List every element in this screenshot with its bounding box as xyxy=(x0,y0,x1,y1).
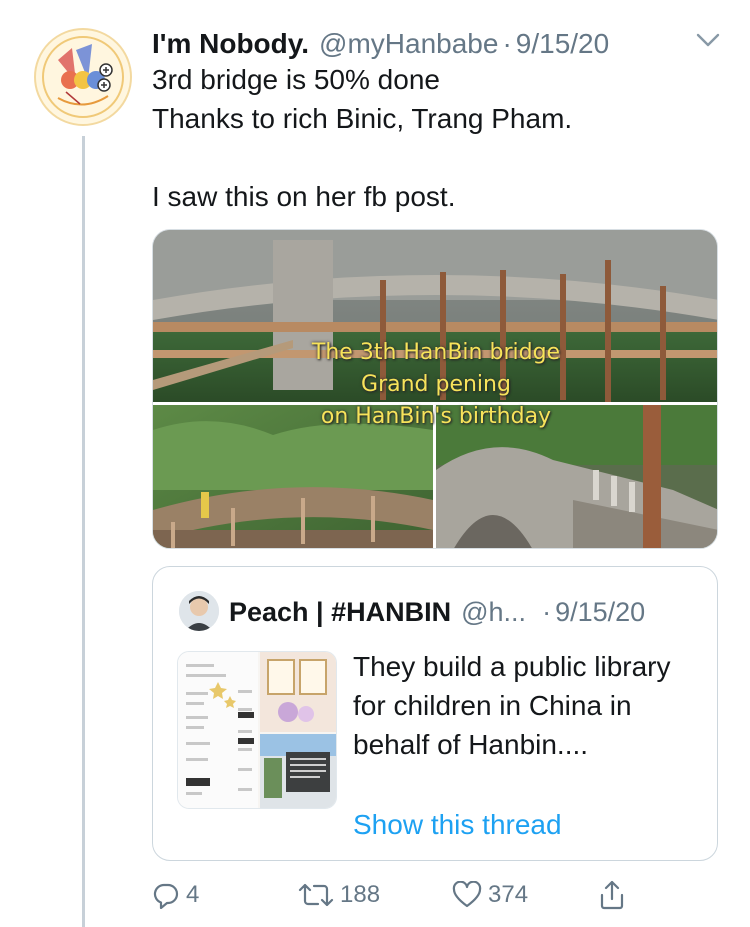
quoted-author-name[interactable]: Peach | #HANBIN xyxy=(229,597,451,628)
tweet-date[interactable]: 9/15/20 xyxy=(516,28,609,60)
tweet-actions: 4 188 374 xyxy=(152,872,652,918)
tweet-text-line: 3rd bridge is 50% done xyxy=(152,64,440,95)
tweet-text-line xyxy=(152,138,712,177)
reply-icon xyxy=(153,883,179,909)
retweet-count: 188 xyxy=(340,881,381,908)
header-separator: · xyxy=(502,28,512,59)
show-thread-link[interactable]: Show this thread xyxy=(353,807,562,843)
quoted-tweet-thumbnail[interactable] xyxy=(177,651,337,809)
quoted-header-separator: · xyxy=(542,596,552,627)
retweet-icon xyxy=(298,883,334,907)
quoted-author-handle[interactable]: @h... xyxy=(461,597,526,628)
quoted-tweet-header: Peach | #HANBIN @h... · 9/15/20 xyxy=(229,593,645,631)
quoted-tweet-date[interactable]: 9/15/20 xyxy=(555,597,645,628)
quoted-author-avatar[interactable] xyxy=(179,591,219,631)
quoted-tweet-card[interactable]: Peach | #HANBIN @h... · 9/15/20 They bui… xyxy=(152,566,718,861)
author-handle[interactable]: @myHanbabe xyxy=(319,28,498,60)
like-count: 374 xyxy=(488,881,529,908)
tweet-header: I'm Nobody. @myHanbabe · 9/15/20 xyxy=(152,24,712,64)
reply-button[interactable]: 4 xyxy=(152,872,199,918)
like-button[interactable]: 374 xyxy=(452,872,528,918)
media-caption-line: The 3th HanBin bridge xyxy=(311,340,561,365)
media-caption-line: Grand pening xyxy=(361,372,511,397)
share-button[interactable] xyxy=(598,872,632,918)
thread-line xyxy=(82,136,85,927)
retweet-button[interactable]: 188 xyxy=(298,872,380,918)
avatar-image xyxy=(38,32,128,122)
tweet-text-line: Thanks to rich Binic, Trang Pham. xyxy=(152,103,573,134)
tweet-text-line: I saw this on her fb post. xyxy=(152,181,456,212)
quoted-tweet-text: They build a public library for children… xyxy=(353,651,671,760)
author-avatar[interactable] xyxy=(34,28,132,126)
reply-count: 4 xyxy=(186,881,200,908)
tweet-text: 3rd bridge is 50% done Thanks to rich Bi… xyxy=(152,60,712,216)
share-icon xyxy=(600,880,624,910)
chevron-down-icon[interactable] xyxy=(694,28,722,52)
tweet-page: I'm Nobody. @myHanbabe · 9/15/20 3rd bri… xyxy=(0,0,750,927)
tweet-media-image[interactable]: The 3th HanBin bridge Grand pening on Ha… xyxy=(152,229,718,549)
heart-icon xyxy=(452,881,482,908)
media-caption-line: on HanBin's birthday xyxy=(320,404,552,429)
author-name[interactable]: I'm Nobody. xyxy=(152,28,309,60)
